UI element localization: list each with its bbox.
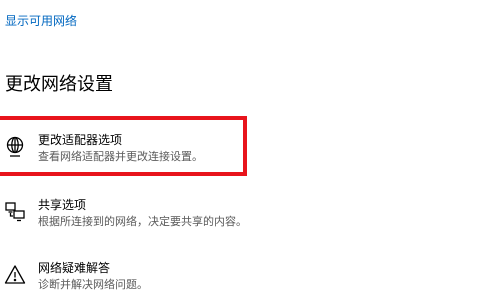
network-adapter-icon [4,136,26,158]
show-available-networks-link[interactable]: 显示可用网络 [5,13,77,29]
option-description: 根据所连接到的网络，决定要共享的内容。 [38,215,247,228]
change-adapter-options-item[interactable]: 更改适配器选项 查看网络适配器并更改连接设置。 [0,130,480,174]
option-description: 查看网络适配器并更改连接设置。 [38,150,203,163]
sharing-options-item[interactable]: 共享选项 根据所连接到的网络，决定要共享的内容。 [0,195,480,239]
section-title: 更改网络设置 [5,74,113,95]
option-title: 网络疑难解答 [38,261,111,275]
sharing-icon [4,201,26,223]
network-troubleshooter-item[interactable]: 网络疑难解答 诊断并解决网络问题。 [0,258,480,300]
option-title: 共享选项 [38,198,87,212]
warning-icon [4,264,26,286]
option-title: 更改适配器选项 [38,133,123,147]
option-description: 诊断并解决网络问题。 [38,278,148,291]
